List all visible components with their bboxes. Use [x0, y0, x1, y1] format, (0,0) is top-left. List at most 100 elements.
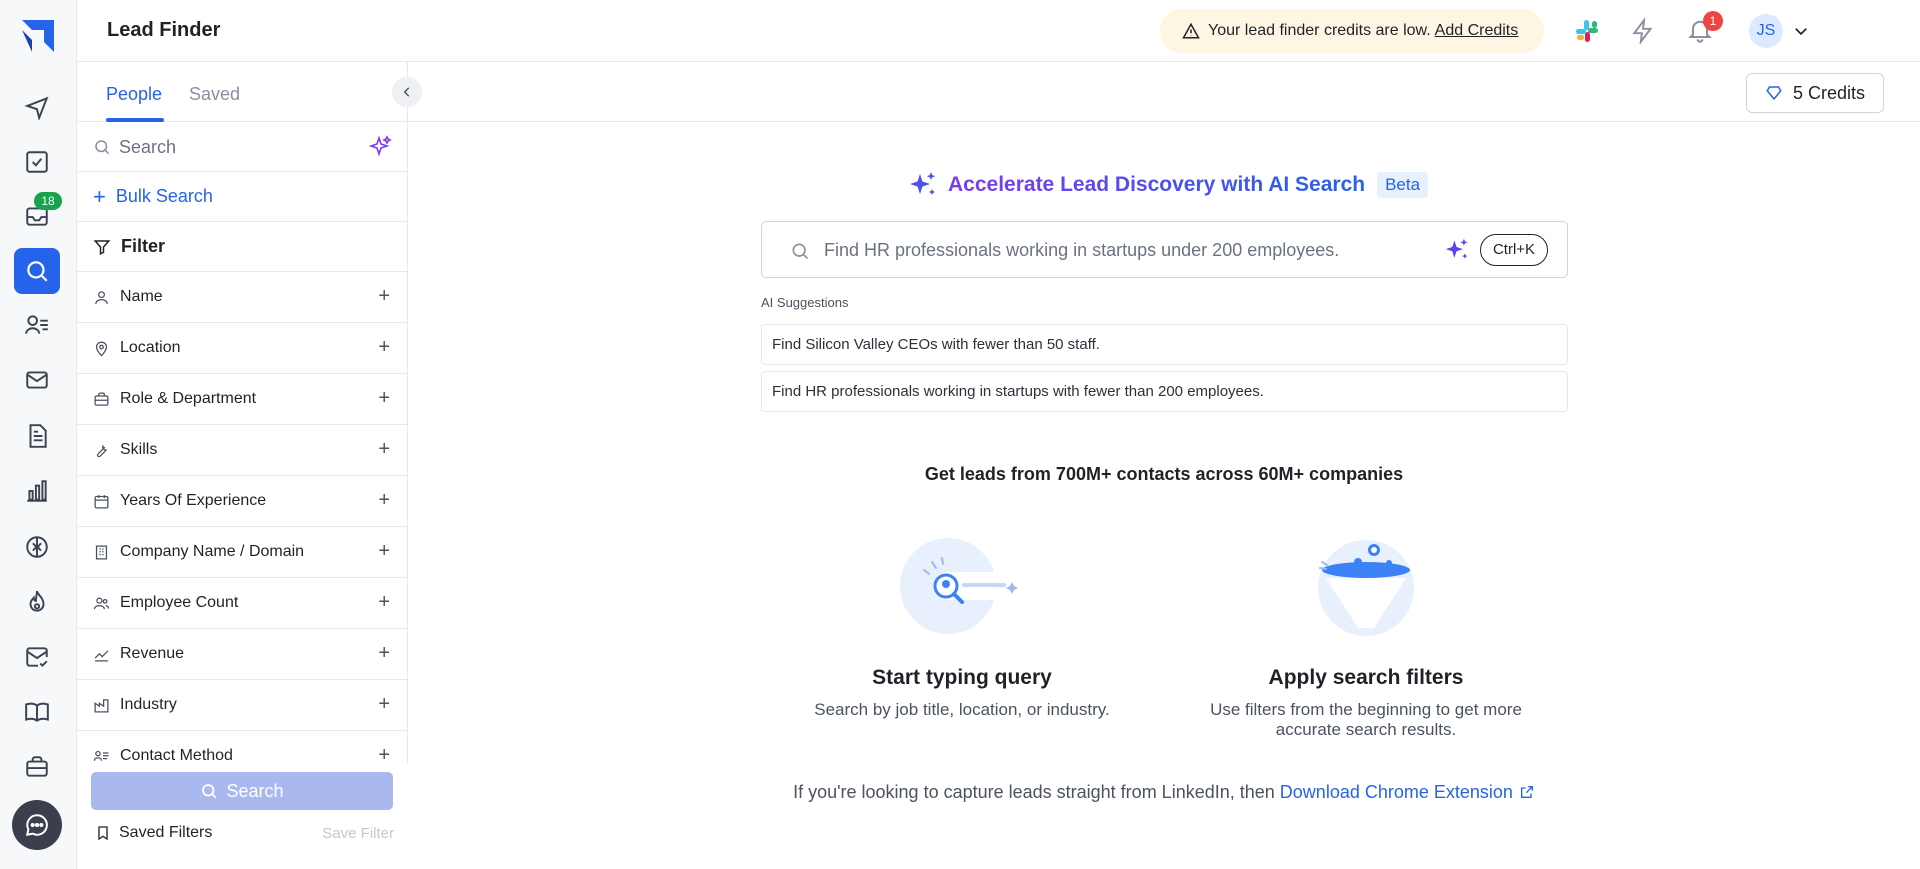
trend-icon — [94, 650, 109, 662]
filter-label: Years Of Experience — [120, 492, 267, 509]
low-credits-banner: Your lead finder credits are low. Add Cr… — [1160, 9, 1544, 53]
mail-check-icon[interactable] — [14, 634, 60, 680]
headline-text: Accelerate Lead Discovery with AI Search — [948, 173, 1366, 196]
search-button-label: Search — [226, 780, 284, 801]
contacts-icon[interactable] — [14, 302, 60, 348]
page-title: Lead Finder — [107, 19, 221, 41]
bulk-search-label: Bulk Search — [115, 186, 213, 206]
card-description: Use filters from the beginning to get mo… — [1210, 700, 1522, 740]
download-chrome-extension-link[interactable]: Download Chrome Extension — [1280, 782, 1513, 802]
plus-icon[interactable]: + — [378, 643, 390, 663]
filter-label: Revenue — [120, 645, 185, 662]
contact-list-icon — [93, 750, 109, 761]
filter-row-industry[interactable]: Industry + — [77, 680, 408, 731]
filter-label: Contact Method — [120, 747, 233, 764]
briefcase-icon[interactable] — [14, 744, 60, 790]
plus-icon: + — [93, 183, 106, 209]
ai-search-input[interactable] — [824, 236, 1404, 264]
collapse-panel-button[interactable] — [392, 77, 422, 107]
plus-icon[interactable]: + — [378, 439, 390, 459]
card-description: Search by job title, location, or indust… — [814, 700, 1110, 719]
filter-title: Filter — [121, 236, 166, 256]
app-logo-icon[interactable] — [18, 16, 58, 56]
search-icon — [792, 243, 809, 260]
add-credits-link[interactable]: Add Credits — [1435, 22, 1519, 40]
filter-search-input[interactable] — [119, 132, 359, 162]
filter-row-employee-count[interactable]: Employee Count + — [77, 578, 408, 629]
external-link-icon[interactable] — [1519, 784, 1535, 800]
credits-button[interactable]: 5 Credits — [1746, 73, 1884, 113]
lead-finder-icon[interactable] — [14, 248, 60, 294]
low-credits-text: Your lead finder credits are low. — [1208, 22, 1431, 39]
save-filter-button[interactable]: Save Filter — [322, 825, 394, 842]
filter-row-role-department[interactable]: Role & Department + — [77, 374, 408, 425]
plus-icon[interactable]: + — [378, 337, 390, 357]
ai-sparkle-icon[interactable] — [1444, 237, 1470, 263]
mail-icon[interactable] — [14, 357, 60, 403]
plus-icon[interactable]: + — [378, 286, 390, 306]
ai-brain-icon[interactable] — [14, 524, 60, 570]
campaigns-icon[interactable] — [14, 84, 60, 130]
card-title: Start typing query — [872, 666, 1052, 689]
filter-row-location[interactable]: Location + — [77, 323, 408, 374]
saved-filters-label: Saved Filters — [119, 824, 213, 841]
inbox-badge: 18 — [34, 192, 62, 210]
chat-support-icon[interactable] — [12, 800, 62, 850]
search-button[interactable]: Search — [91, 772, 393, 810]
tab-saved[interactable]: Saved — [189, 84, 240, 105]
warning-icon — [1182, 22, 1200, 39]
filter-label: Role & Department — [120, 390, 257, 407]
person-icon — [95, 290, 108, 304]
filter-illustration — [1296, 538, 1436, 648]
ai-suggestion-item[interactable]: Find HR professionals working in startup… — [761, 371, 1568, 412]
chrome-extension-line: If you're looking to capture leads strai… — [408, 782, 1920, 803]
search-illustration — [892, 538, 1032, 648]
filter-row-company[interactable]: Company Name / Domain + — [77, 527, 408, 578]
plus-icon[interactable]: + — [378, 490, 390, 510]
ai-sparkle-icon[interactable] — [369, 135, 393, 159]
slack-icon[interactable] — [1574, 18, 1600, 44]
wrench-icon — [96, 443, 107, 457]
filter-header: Filter — [77, 222, 408, 272]
tab-people[interactable]: People — [106, 84, 162, 105]
factory-icon — [94, 698, 109, 713]
filter-row-revenue[interactable]: Revenue + — [77, 629, 408, 680]
filter-search — [77, 122, 408, 172]
document-icon[interactable] — [14, 413, 60, 459]
bolt-icon[interactable] — [1630, 18, 1656, 44]
filter-row-name[interactable]: Name + — [77, 272, 408, 323]
plus-icon[interactable]: + — [378, 541, 390, 561]
ai-suggestions-title: AI Suggestions — [761, 295, 849, 310]
avatar[interactable]: JS — [1749, 14, 1783, 48]
tasks-icon[interactable] — [14, 139, 60, 185]
bookmark-icon — [98, 826, 108, 841]
notification-badge: 1 — [1703, 11, 1723, 31]
chevron-left-icon — [403, 87, 410, 97]
warmup-flame-icon[interactable] — [14, 579, 60, 625]
card-title: Apply search filters — [1268, 666, 1464, 689]
plus-icon[interactable]: + — [378, 592, 390, 612]
plus-icon[interactable]: + — [378, 388, 390, 408]
bulk-search-button[interactable]: + Bulk Search — [77, 172, 408, 222]
diamond-icon — [1766, 86, 1782, 101]
analytics-icon[interactable] — [14, 468, 60, 514]
plus-icon[interactable]: + — [378, 745, 390, 765]
calendar-icon — [94, 494, 109, 509]
start-typing-card: Start typing query Search by job title, … — [772, 538, 1152, 720]
chevron-down-icon[interactable] — [1792, 22, 1810, 40]
filter-row-skills[interactable]: Skills + — [77, 425, 408, 476]
book-icon[interactable] — [14, 689, 60, 735]
filter-label: Skills — [120, 441, 158, 458]
filter-label: Employee Count — [120, 594, 239, 611]
saved-filters-link[interactable]: Saved Filters — [95, 824, 212, 842]
briefcase-icon — [94, 391, 109, 406]
ai-suggestion-item[interactable]: Find Silicon Valley CEOs with fewer than… — [761, 324, 1568, 365]
plus-icon[interactable]: + — [378, 694, 390, 714]
beta-badge: Beta — [1377, 172, 1429, 198]
filter-row-years-experience[interactable]: Years Of Experience + — [77, 476, 408, 527]
shortcut-hint: Ctrl+K — [1480, 234, 1548, 266]
filter-label: Location — [120, 339, 181, 356]
left-rail: 18 — [0, 0, 77, 869]
panel-tabs: People Saved — [77, 62, 408, 122]
location-pin-icon — [95, 341, 108, 356]
